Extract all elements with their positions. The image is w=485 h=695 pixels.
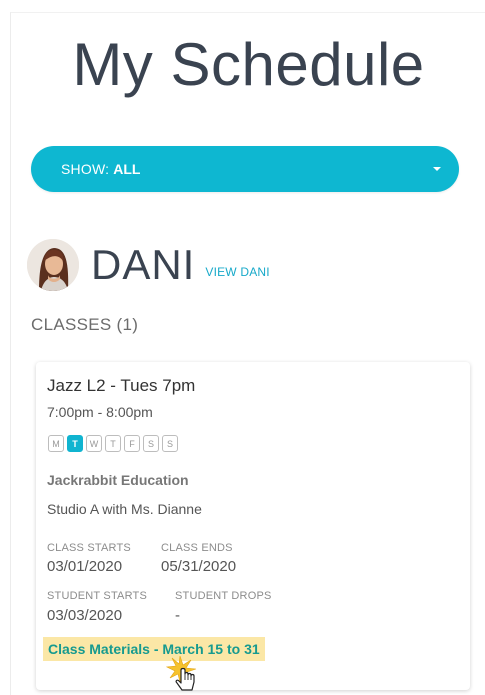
class-ends-label: CLASS ENDS — [161, 542, 233, 554]
caret-down-icon — [433, 167, 441, 171]
day-thursday: T — [105, 435, 121, 452]
view-student-link[interactable]: VIEW DANI — [205, 265, 269, 279]
day-wednesday: W — [86, 435, 102, 452]
day-sunday: S — [162, 435, 178, 452]
class-ends-value: 05/31/2020 — [161, 558, 237, 575]
student-name: DANI — [91, 241, 196, 288]
student-drops-label: STUDENT DROPS — [175, 590, 272, 602]
day-monday: M — [48, 435, 64, 452]
avatar — [27, 239, 79, 291]
organization-name: Jackrabbit Education — [47, 472, 189, 488]
show-filter-value: ALL — [113, 161, 141, 177]
student-starts-value: 03/03/2020 — [47, 607, 123, 624]
page-title: My Schedule — [72, 31, 425, 98]
class-location: Studio A with Ms. Dianne — [47, 501, 202, 517]
day-tuesday: T — [67, 435, 83, 452]
class-starts-value: 03/01/2020 — [47, 558, 123, 575]
schedule-panel: My Schedule SHOW: ALL DANI VIEW DANI CLA… — [10, 12, 485, 695]
student-drops-value: - — [175, 607, 180, 624]
class-starts-label: CLASS STARTS — [47, 542, 131, 554]
show-filter-dropdown[interactable]: SHOW: ALL — [31, 146, 459, 192]
hand-pointer-icon — [166, 655, 197, 691]
class-name: Jazz L2 - Tues 7pm — [47, 376, 196, 395]
day-friday: F — [124, 435, 140, 452]
classes-heading: CLASSES (1) — [31, 315, 139, 334]
class-time: 7:00pm - 8:00pm — [47, 404, 153, 420]
show-filter-label: SHOW: — [61, 161, 110, 177]
day-saturday: S — [143, 435, 159, 452]
class-materials-link[interactable]: Class Materials - March 15 to 31 — [43, 637, 265, 661]
student-header: DANI VIEW DANI — [27, 238, 270, 292]
class-card: Jazz L2 - Tues 7pm 7:00pm - 8:00pm M T W… — [36, 362, 470, 691]
student-starts-label: STUDENT STARTS — [47, 590, 147, 602]
day-indicators: M T W T F S S — [48, 435, 178, 452]
